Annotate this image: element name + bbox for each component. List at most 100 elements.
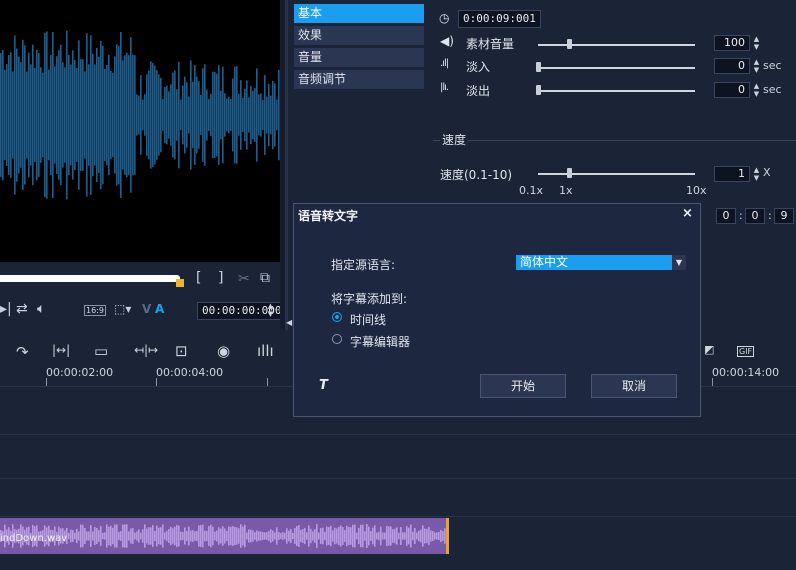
clip-waveform-bar [442, 531, 444, 541]
scrub-handle[interactable] [176, 279, 184, 287]
fade-in-input[interactable]: 0 [714, 58, 750, 74]
fade-out-input[interactable]: 0 [714, 82, 750, 98]
waveform-bar [134, 55, 136, 175]
category-basic[interactable]: 基本 [294, 4, 424, 23]
waveform-bar [206, 89, 208, 141]
clip-waveform-bar [186, 530, 188, 542]
motion-track-icon[interactable]: ⊡ [175, 342, 188, 360]
clip-volume-spin-icon[interactable]: ▲ ▼ [752, 35, 761, 51]
audio-mix-icon[interactable]: ıllı [257, 342, 274, 360]
waveform-bar [246, 80, 248, 150]
clip-waveform-bar [330, 525, 332, 547]
fade-out-spin-icon[interactable]: ▲ ▼ [752, 82, 761, 98]
clip-waveform-bar [308, 525, 310, 547]
gif-icon[interactable]: GIF [737, 346, 755, 357]
fade-in-spin-icon[interactable]: ▲ ▼ [752, 58, 761, 74]
clip-waveform-bar [276, 527, 278, 545]
end-time-minutes[interactable]: 0 [745, 208, 765, 224]
fit-timeline-icon[interactable]: |↔| [52, 343, 70, 357]
split-trim-icon[interactable]: ↤|↦ [134, 343, 158, 357]
clip-waveform-bar [348, 527, 350, 545]
text-edit-icon[interactable]: T [319, 378, 328, 393]
record-capture-icon[interactable]: ◉ [217, 342, 230, 360]
waveform-bar [20, 62, 22, 168]
clip-waveform-bar [420, 529, 422, 543]
waveform-bar [202, 68, 204, 162]
speed-slider[interactable] [538, 173, 695, 175]
aspect-ratio-icon[interactable]: 16:9 [84, 305, 106, 316]
chevron-down-icon[interactable]: ▼ [672, 255, 686, 270]
mark-in-button[interactable]: [ [196, 270, 201, 286]
clip-waveform-bar [168, 529, 170, 543]
ruler-tick [267, 378, 268, 386]
speed-spin-icon[interactable]: ▲ ▼ [752, 166, 761, 182]
repeat-icon[interactable]: ⇄ [16, 301, 28, 317]
speed-thumb[interactable] [567, 168, 573, 178]
clip-waveform-bar [72, 530, 74, 542]
waveform-bar [56, 56, 58, 174]
clip-volume-input[interactable]: 100 [714, 35, 750, 51]
fade-out-unit: sec [763, 83, 782, 96]
end-time-hours[interactable]: 0 [716, 208, 736, 224]
timecode-spin-icon[interactable]: ▲ ▼ [266, 302, 275, 318]
source-language-select[interactable]: 简体中文 [516, 255, 686, 270]
audio-clip[interactable] [0, 518, 449, 554]
speed-input[interactable]: 1 [714, 166, 750, 182]
waveform-bar [226, 98, 228, 132]
waveform-bar [168, 91, 170, 139]
cancel-button[interactable]: 取消 [591, 374, 677, 398]
redo-icon[interactable]: ↷ [16, 343, 29, 361]
clip-waveform-bar [192, 530, 194, 542]
waveform-bar [242, 97, 244, 133]
category-audio-adjust[interactable]: 音频调节 [294, 70, 424, 89]
fade-out-thumb[interactable] [536, 85, 541, 95]
fade-in-slider[interactable] [538, 67, 695, 69]
waveform-bar [48, 69, 50, 161]
clip-waveform-bar [284, 532, 286, 540]
volume-icon[interactable]: 🔈︎ [37, 301, 45, 317]
end-time-seconds[interactable]: 9 [774, 208, 794, 224]
clip-waveform-bar [280, 532, 282, 540]
text-a-icon[interactable]: A [155, 302, 164, 316]
category-volume[interactable]: 音量 [294, 48, 424, 67]
ruler-label-14s: 00:00:14:00 [712, 366, 780, 379]
collapse-left-icon[interactable]: ◀ [286, 318, 292, 327]
waveform-bar [204, 64, 206, 166]
clip-waveform-bar [196, 530, 198, 542]
speed-unit: X [763, 166, 771, 179]
crop-icon[interactable]: ⬚▾ [114, 302, 131, 316]
clip-volume-label: 素材音量 [466, 37, 515, 51]
start-button[interactable]: 开始 [480, 374, 566, 398]
next-frame-icon[interactable]: ▸| [0, 301, 12, 317]
clip-waveform-bar [248, 529, 250, 543]
clip-waveform-bar [372, 527, 374, 545]
text-v-icon[interactable]: V [142, 302, 151, 316]
title-icon[interactable]: ▭ [94, 342, 108, 360]
snapshot-icon[interactable]: ⧉ [260, 270, 270, 286]
clip-waveform-bar [270, 529, 272, 543]
category-effects[interactable]: 效果 [294, 26, 424, 45]
close-icon[interactable]: × [682, 206, 693, 221]
option-timeline-label[interactable]: 时间线 [350, 311, 386, 328]
clip-waveform-bar [318, 532, 320, 540]
clip-waveform-bar [432, 530, 434, 542]
mark-out-button[interactable]: ] [218, 270, 223, 286]
speed-tick-min: 0.1x [519, 184, 544, 197]
waveform-bar [190, 60, 192, 170]
subtitle-edit-icon[interactable]: ◩ [704, 343, 714, 356]
clip-volume-thumb[interactable] [567, 39, 573, 49]
radio-timeline[interactable] [332, 312, 342, 322]
clip-waveform-bar [340, 525, 342, 547]
fade-in-thumb[interactable] [536, 62, 541, 72]
clip-waveform-bar [158, 527, 160, 545]
clip-waveform-bar [376, 532, 378, 540]
radio-subtitle-editor[interactable] [332, 334, 342, 344]
duration-timecode[interactable]: 0:00:09:001 [458, 10, 541, 28]
clip-volume-slider[interactable] [538, 44, 695, 46]
preview-scrub-bar[interactable] [0, 275, 180, 282]
option-subtitle-editor-label[interactable]: 字幕编辑器 [350, 333, 410, 350]
clip-waveform-bar [84, 527, 86, 545]
waveform-bar [264, 75, 266, 155]
fade-out-slider[interactable] [538, 90, 695, 92]
split-clip-icon[interactable]: ✂ [238, 271, 250, 287]
